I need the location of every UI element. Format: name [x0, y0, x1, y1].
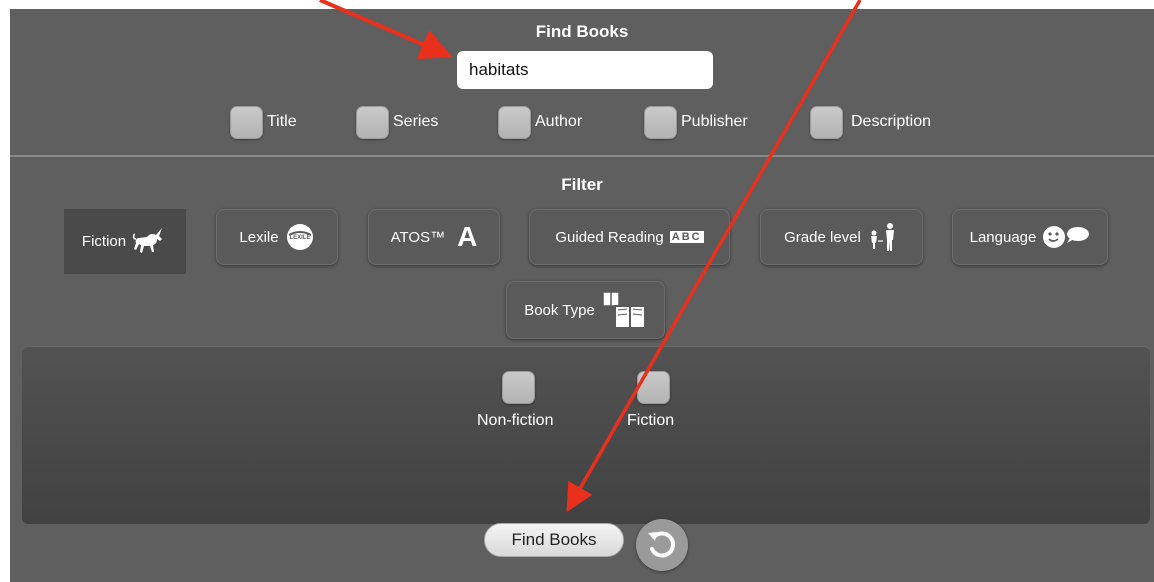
author-checkbox[interactable] [498, 105, 531, 139]
filter-chip-language[interactable]: Language [952, 209, 1108, 265]
child-adult-icon [870, 223, 894, 251]
filter-chip-fiction[interactable]: Fiction [64, 209, 186, 274]
fiction-checkbox[interactable] [637, 371, 670, 404]
filter-title: Filter [561, 175, 603, 194]
title-label: Title [267, 113, 297, 130]
title-checkbox[interactable] [230, 105, 263, 139]
filter-chip-book-type[interactable]: Book Type [506, 281, 665, 339]
find-books-panel: Find Books Title Series Author Publisher… [10, 9, 1154, 582]
search-input[interactable] [457, 51, 713, 89]
grade-level-chip-label: Grade level [784, 228, 861, 246]
fiction-chip-label: Fiction [81, 233, 127, 250]
series-checkbox[interactable] [356, 105, 389, 139]
series-label: Series [393, 113, 439, 130]
fiction-option-label: Fiction [627, 412, 675, 429]
search-field-publisher[interactable]: Publisher [644, 105, 748, 139]
lexile-logo-text: LEXILE [289, 235, 310, 241]
search-field-series[interactable]: Series [356, 105, 438, 139]
non-fiction-checkbox[interactable] [502, 371, 535, 404]
filter-chip-lexile[interactable]: Lexile LEXILE [216, 209, 338, 265]
search-field-description[interactable]: Description [810, 105, 931, 139]
smiley-speech-icon [1043, 226, 1090, 248]
author-label: Author [535, 113, 583, 130]
language-chip-label: Language [969, 228, 1037, 246]
abc-blocks-icon: ABC [669, 231, 704, 243]
lexile-logo-icon: LEXILE [286, 224, 313, 250]
description-checkbox[interactable] [810, 105, 843, 139]
filter-chip-guided-reading[interactable]: Guided Reading ABC [529, 209, 730, 265]
unicorn-icon [132, 227, 163, 253]
books-icon [602, 291, 646, 329]
publisher-label: Publisher [681, 113, 748, 130]
reset-icon [648, 531, 676, 558]
guided-reading-chip-label: Guided Reading [555, 228, 664, 246]
filter-chip-grade-level[interactable]: Grade level [760, 209, 923, 265]
description-label: Description [851, 113, 932, 130]
atos-chip-label: ATOS™ [390, 228, 446, 246]
publisher-checkbox[interactable] [644, 105, 677, 139]
search-field-author[interactable]: Author [498, 105, 582, 139]
find-books-title: Find Books [535, 22, 629, 41]
lexile-chip-label: Lexile [239, 228, 279, 246]
book-type-chip-label: Book Type [524, 301, 595, 319]
section-divider [10, 155, 1154, 157]
filter-chip-atos[interactable]: ATOS™ A [368, 209, 500, 265]
non-fiction-label: Non-fiction [477, 412, 554, 429]
find-books-button[interactable]: Find Books [484, 523, 624, 557]
letter-a-icon: A [457, 221, 478, 252]
book-type-options-panel: Non-fiction Fiction [22, 346, 1150, 524]
search-field-title[interactable]: Title [230, 105, 297, 139]
reset-button[interactable] [636, 519, 688, 571]
